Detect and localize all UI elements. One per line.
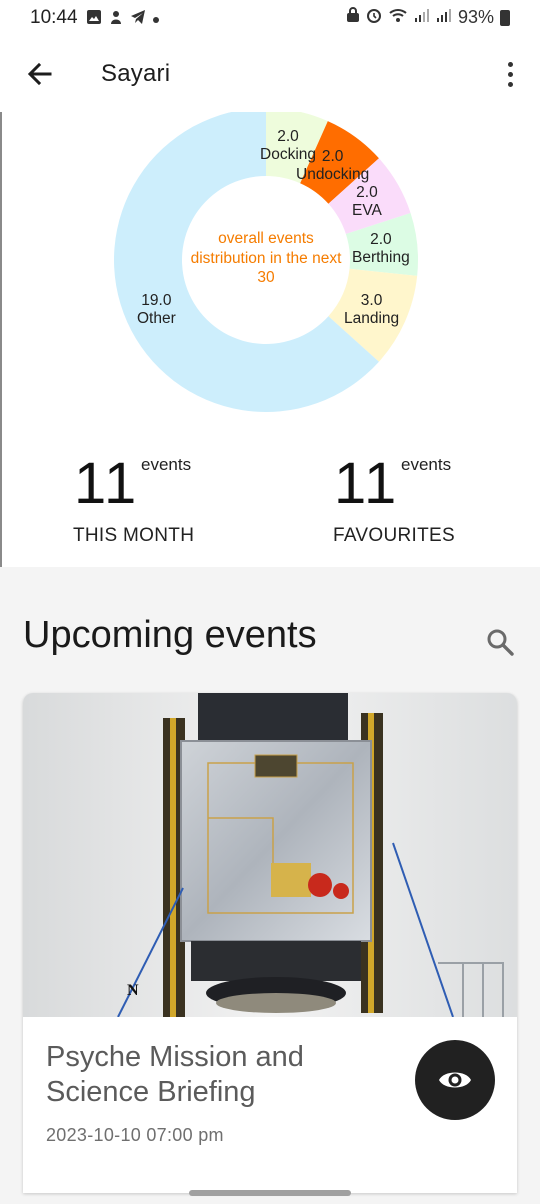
dot-icon [152, 11, 160, 29]
segment-label-undocking: 2.0 Undocking [296, 148, 370, 183]
view-event-button[interactable] [415, 1040, 495, 1120]
favourites-caption[interactable]: FAVOURITES [333, 525, 455, 547]
stats-panel: overall events distribution in the next … [0, 112, 540, 567]
this-month-caption: THIS MONTH [73, 525, 195, 546]
battery-percent: 93% [457, 7, 494, 27]
more-options-button[interactable] [498, 56, 522, 92]
notification-icon [108, 9, 124, 30]
status-right-icons: 93% [346, 7, 510, 28]
segment-label-eva: 2.0 EVA [352, 184, 382, 219]
event-card[interactable]: N Psyche Mission and Science Briefing 20… [23, 693, 517, 1193]
more-vert-icon [507, 61, 513, 67]
status-left-icons [86, 9, 160, 30]
segment-label-landing: 3.0 Landing [344, 292, 400, 327]
favourites-count[interactable]: 11 [334, 450, 398, 517]
back-button[interactable] [22, 56, 58, 92]
segment-label-berthing: 2.0 Berthing [352, 231, 410, 266]
favourites-unit: events [401, 455, 452, 474]
telegram-icon [130, 9, 146, 30]
gesture-nav-handle[interactable] [189, 1190, 351, 1196]
arrow-back-icon [27, 62, 52, 86]
app-bar: Sayari [0, 38, 540, 112]
alarm-icon [366, 7, 382, 28]
status-time: 10:44 [30, 7, 78, 28]
lock-icon [346, 7, 360, 28]
svg-text:N: N [127, 982, 139, 999]
signal-icon [414, 7, 430, 28]
status-bar: 10:44 93% [0, 0, 540, 38]
page-title: Sayari [101, 60, 171, 87]
event-date: 2023-10-10 07:00 pm [46, 1125, 224, 1145]
search-button[interactable] [484, 626, 516, 658]
section-title-upcoming: Upcoming events [23, 614, 317, 656]
signal-icon [436, 7, 452, 28]
event-title[interactable]: Psyche Mission and Science Briefing [46, 1040, 346, 1110]
wifi-icon [388, 7, 408, 28]
eye-icon [439, 1072, 471, 1088]
gallery-icon [86, 9, 102, 30]
search-icon [487, 629, 514, 656]
this-month-count: 11 [74, 451, 139, 516]
battery-icon [500, 9, 510, 26]
this-month-unit: events [141, 455, 192, 474]
segment-label-other: 19.0 Other [137, 292, 176, 327]
donut-center-label: overall events distribution in the next … [190, 230, 342, 286]
event-image: N [23, 693, 517, 1017]
